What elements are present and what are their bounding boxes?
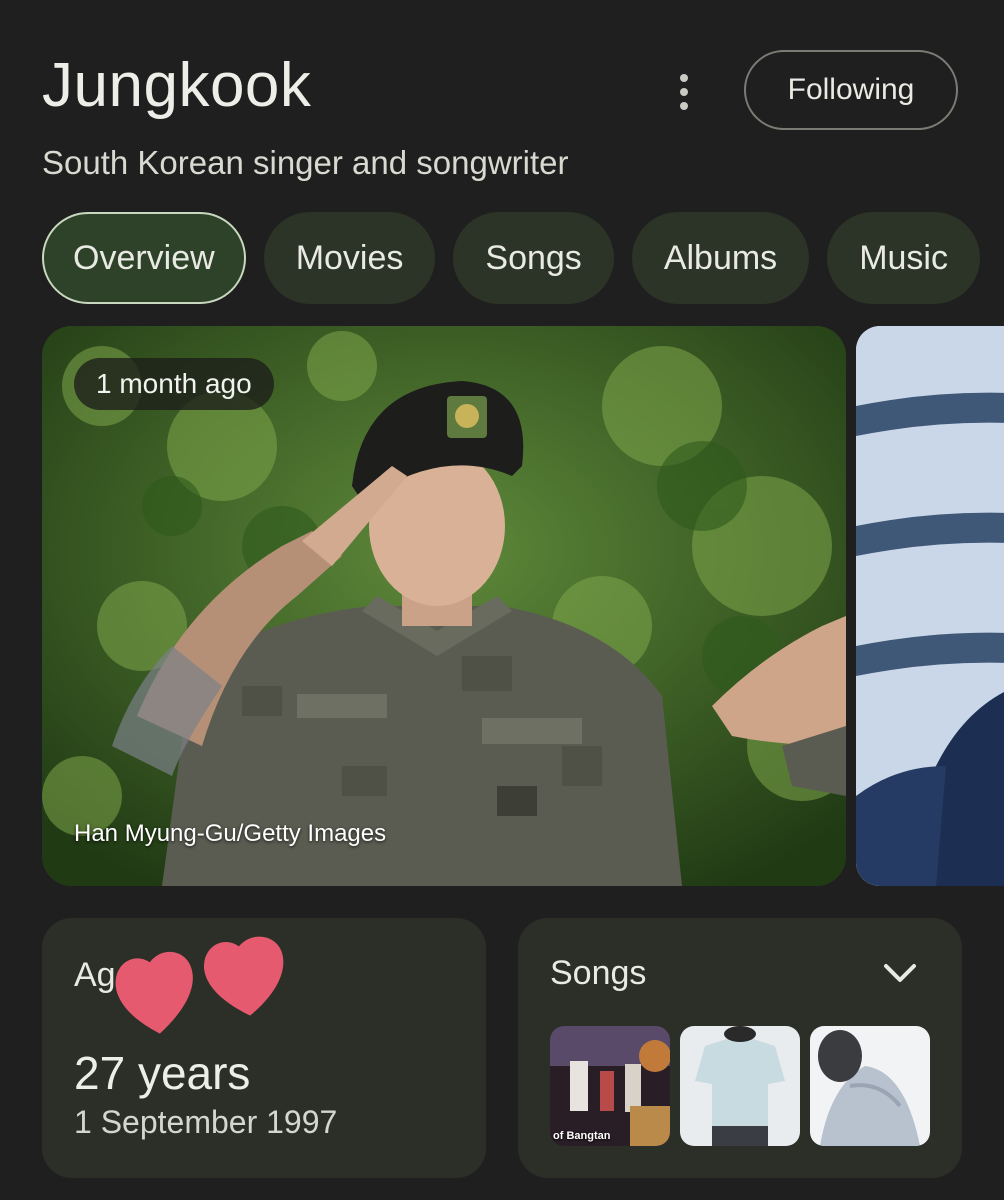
stage-thumbnail-art — [550, 1026, 670, 1146]
image-carousel: 1 month ago Han Myung-Gu/Getty Images — [42, 326, 1004, 886]
chevron-down-icon[interactable] — [880, 956, 920, 992]
tab-movies[interactable]: Movies — [263, 212, 436, 304]
second-photo-illustration — [856, 326, 1004, 886]
songs-label: Songs — [550, 954, 647, 992]
timestamp-badge: 1 month ago — [74, 358, 274, 410]
song-thumbnail[interactable] — [810, 1026, 930, 1146]
tab-songs[interactable]: Songs — [453, 212, 614, 304]
photo-credit: Han Myung-Gu/Getty Images — [74, 820, 387, 847]
tshirt-thumbnail-art — [680, 1026, 800, 1146]
song-thumbnails: of Bangtan — [550, 1026, 930, 1146]
heart-stickers — [115, 936, 284, 1034]
tab-bar: Overview Movies Songs Albums Music — [42, 212, 1004, 306]
more-vert-icon[interactable] — [664, 70, 704, 114]
hero-photo[interactable]: 1 month ago Han Myung-Gu/Getty Images — [42, 326, 846, 886]
tab-albums[interactable]: Albums — [631, 212, 810, 304]
tab-music[interactable]: Music — [827, 212, 980, 304]
birth-date: 1 September 1997 — [74, 1104, 338, 1140]
thumbnail-caption: of Bangtan — [553, 1130, 611, 1142]
soldier-photo-illustration — [42, 326, 846, 886]
song-thumbnail[interactable] — [680, 1026, 800, 1146]
song-thumbnail[interactable]: of Bangtan — [550, 1026, 670, 1146]
tab-overview[interactable]: Overview — [42, 212, 246, 304]
second-photo[interactable] — [856, 326, 1004, 886]
following-button[interactable]: Following — [744, 50, 958, 130]
entity-title: Jungkook — [42, 51, 312, 120]
entity-subtitle: South Korean singer and songwriter — [42, 144, 569, 181]
age-value: 27 years — [74, 1047, 251, 1099]
songs-card[interactable]: Songs of Bangtan — [518, 918, 962, 1178]
portrait-thumbnail-art — [810, 1026, 930, 1146]
